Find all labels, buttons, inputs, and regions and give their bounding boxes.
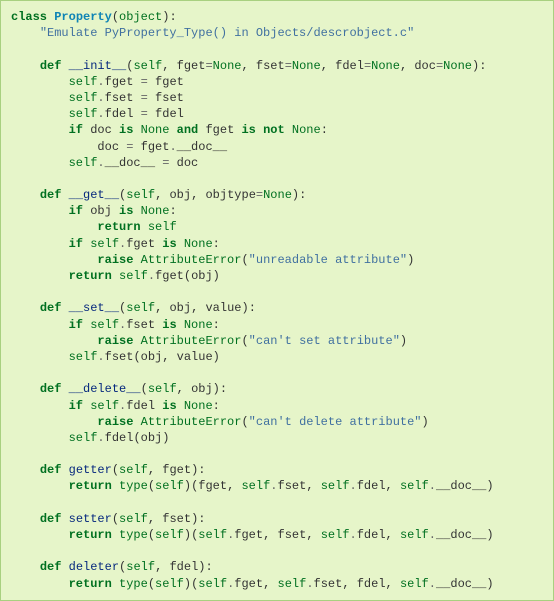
- method-init: __init__: [69, 59, 127, 73]
- docstring: "Emulate PyProperty_Type() in Objects/de…: [40, 26, 414, 40]
- builtin-object: object: [119, 10, 162, 24]
- method-set: __set__: [69, 301, 119, 315]
- method-getter: getter: [69, 463, 112, 477]
- method-setter: setter: [69, 512, 112, 526]
- method-get: __get__: [69, 188, 119, 202]
- class-name: Property: [54, 10, 112, 24]
- kw-class: class: [11, 10, 47, 24]
- code-block: class Property(object): "Emulate PyPrope…: [0, 0, 554, 601]
- method-delete: __delete__: [69, 382, 141, 396]
- method-deleter: deleter: [69, 560, 119, 574]
